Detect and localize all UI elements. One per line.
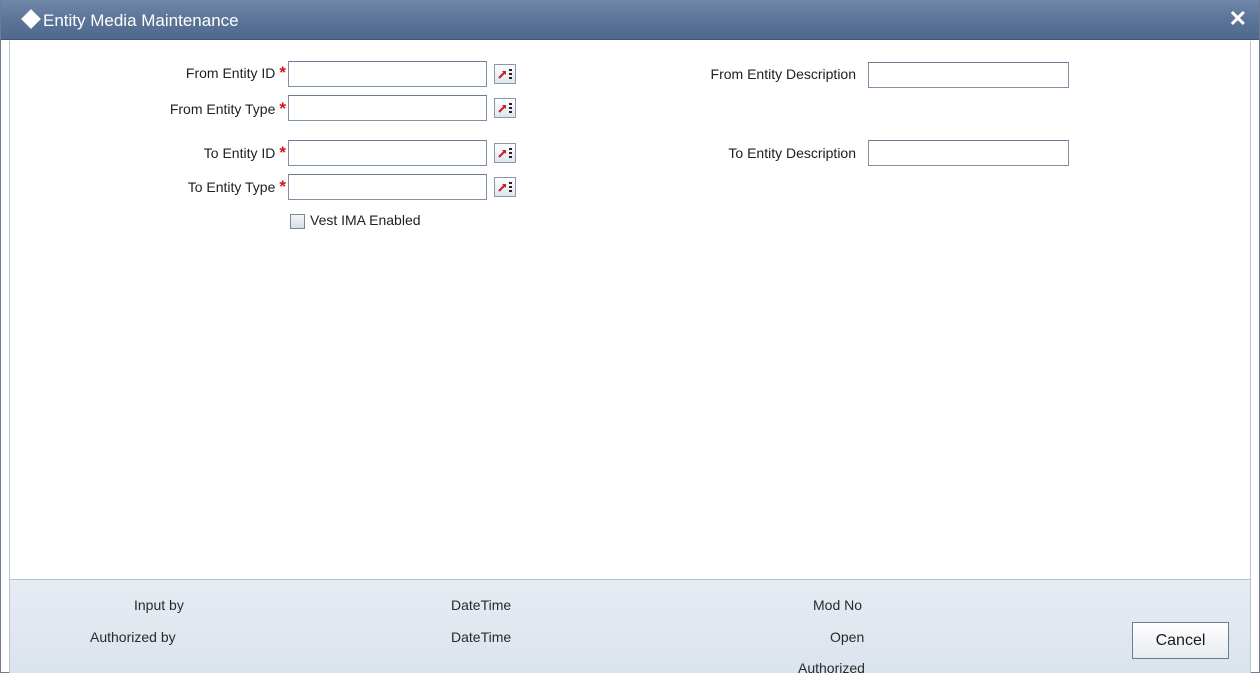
to-entity-id-input[interactable] — [288, 140, 487, 166]
authorized-status-label: Authorized — [798, 660, 865, 673]
title-bar: Entity Media Maintenance ✕ — [1, 0, 1259, 40]
from-entity-id-input[interactable] — [288, 61, 487, 87]
to-entity-type-input[interactable] — [288, 174, 487, 200]
from-entity-type-input[interactable] — [288, 95, 487, 121]
from-entity-type-label: From Entity Type * — [170, 99, 286, 119]
from-entity-id-label-text: From Entity ID — [185, 65, 276, 81]
to-entity-type-label-text: To Entity Type — [187, 179, 276, 195]
from-entity-description-input[interactable] — [868, 62, 1069, 88]
to-entity-type-lov-button[interactable] — [494, 177, 516, 197]
input-datetime-label: DateTime — [451, 597, 512, 613]
list-of-values-icon — [498, 148, 512, 158]
vest-ima-enabled-label: Vest IMA Enabled — [310, 212, 421, 228]
to-entity-type-label: To Entity Type * — [188, 177, 286, 197]
diamond-icon — [21, 9, 41, 29]
cancel-button[interactable]: Cancel — [1132, 622, 1229, 659]
vest-ima-enabled-checkbox[interactable] — [290, 214, 305, 229]
to-entity-id-label-text: To Entity ID — [203, 145, 276, 161]
authorized-by-label: Authorized by — [90, 629, 176, 645]
mod-no-label: Mod No — [813, 597, 863, 613]
to-entity-description-input[interactable] — [868, 140, 1069, 166]
to-entity-description-label: To Entity Description — [728, 145, 856, 161]
from-entity-description-label: From Entity Description — [710, 66, 856, 82]
from-entity-type-lov-button[interactable] — [494, 98, 516, 118]
required-marker: * — [279, 99, 286, 118]
from-entity-id-lov-button[interactable] — [494, 64, 516, 84]
to-entity-id-label: To Entity ID * — [204, 143, 286, 163]
entity-media-maintenance-window: Entity Media Maintenance ✕ From Entity I… — [0, 0, 1260, 673]
to-entity-id-lov-button[interactable] — [494, 143, 516, 163]
form-area: From Entity ID * From Entity Type * To Ent… — [9, 41, 1251, 579]
close-icon[interactable]: ✕ — [1229, 6, 1247, 32]
required-marker: * — [279, 143, 286, 162]
audit-footer: Input by Authorized by DateTime DateTime… — [9, 579, 1251, 673]
authorized-datetime-label: DateTime — [451, 629, 512, 645]
list-of-values-icon — [498, 182, 512, 192]
from-entity-id-label: From Entity ID * — [186, 63, 286, 83]
input-by-label: Input by — [134, 597, 184, 613]
from-entity-type-label-text: From Entity Type — [169, 101, 276, 117]
required-marker: * — [279, 177, 286, 196]
window-title: Entity Media Maintenance — [43, 11, 239, 30]
open-status-label: Open — [830, 629, 865, 645]
required-marker: * — [279, 63, 286, 82]
list-of-values-icon — [498, 69, 512, 79]
list-of-values-icon — [498, 103, 512, 113]
